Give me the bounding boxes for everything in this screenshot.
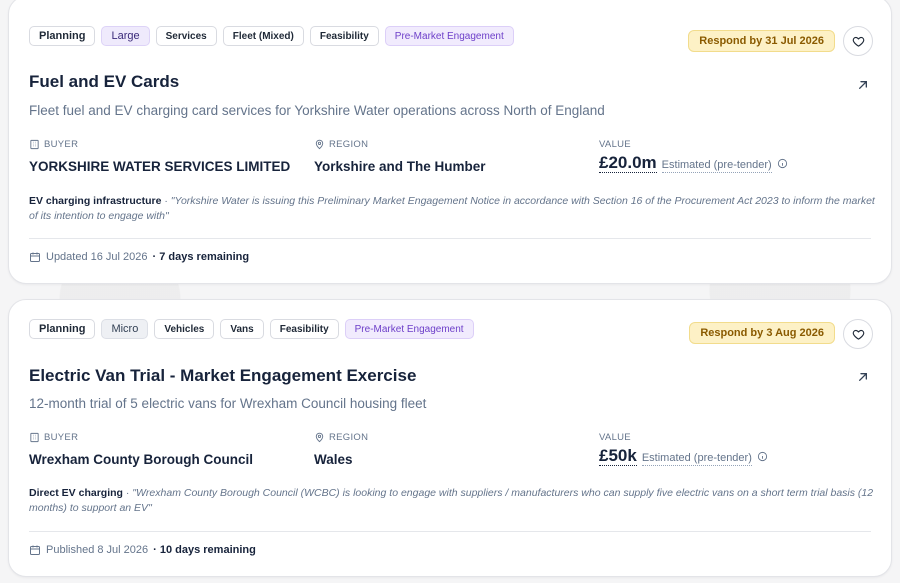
card-footer: Published 8 Jul 2026 · 10 days remaining [29, 544, 256, 556]
cpv-separator: · [125, 487, 130, 499]
map-pin-icon [315, 432, 324, 442]
type-tag: Services [155, 26, 217, 46]
value-amount[interactable]: £20.0m [599, 154, 657, 173]
calendar-icon [30, 545, 40, 555]
value-section: VALUE £20.0m Estimated (pre-tender) [599, 138, 788, 173]
buyer-label: BUYER [44, 431, 79, 443]
stage-tag: Feasibility [269, 319, 339, 339]
type-tag: Vehicles [154, 319, 215, 339]
value-amount[interactable]: £50k [599, 447, 637, 466]
cpv-snippet: EV charging infrastructure · "Yorkshire … [29, 194, 879, 224]
buyer-section: BUYER YORKSHIRE WATER SERVICES LIMITED [29, 138, 291, 175]
opportunity-title[interactable]: Fuel and EV Cards [29, 72, 179, 92]
category-tag: Vans [220, 319, 264, 339]
opportunity-card[interactable]: Planning Micro Vehicles Vans Feasibility… [8, 299, 892, 577]
favourite-button[interactable] [843, 26, 873, 56]
deadline-badge: Respond by 31 Jul 2026 [688, 30, 835, 52]
heart-icon [852, 36, 864, 47]
region-name: Yorkshire and The Humber [314, 159, 486, 174]
info-icon[interactable] [777, 158, 788, 169]
stage-tag: Feasibility [309, 26, 379, 46]
size-tag: Micro [101, 319, 149, 339]
value-label: VALUE [599, 138, 631, 150]
value-note[interactable]: Estimated (pre-tender) [661, 159, 772, 173]
opportunity-description: 12-month trial of 5 electric vans for Wr… [29, 396, 427, 411]
opportunity-list: Planning Large Services Fleet (Mixed) Fe… [0, 0, 900, 583]
value-section: VALUE £50k Estimated (pre-tender) [599, 431, 768, 466]
cpv-category: EV charging infrastructure [29, 195, 162, 207]
calendar-icon [30, 252, 40, 262]
arrow-up-right-icon[interactable] [855, 369, 871, 385]
region-section: REGION Wales [314, 431, 369, 468]
favourite-button[interactable] [843, 319, 873, 349]
tag-row: Planning Micro Vehicles Vans Feasibility… [29, 319, 474, 339]
days-remaining: · 10 days remaining [153, 544, 256, 556]
status-tag: Planning [29, 319, 96, 339]
cpv-category: Direct EV charging [29, 487, 123, 499]
opportunity-card[interactable]: Planning Large Services Fleet (Mixed) Fe… [8, 0, 892, 284]
buyer-section: BUYER Wrexham County Borough Council [29, 431, 254, 468]
notice-type-tag: Pre-Market Engagement [384, 26, 514, 46]
heart-icon [852, 329, 864, 340]
buyer-name: Wrexham County Borough Council [29, 452, 254, 467]
notice-type-tag: Pre-Market Engagement [344, 319, 474, 339]
arrow-up-right-icon[interactable] [855, 77, 871, 93]
published-date: Published 8 Jul 2026 [46, 544, 149, 556]
deadline-badge: Respond by 3 Aug 2026 [689, 322, 835, 344]
updated-date: Updated 16 Jul 2026 [46, 251, 148, 263]
region-name: Wales [314, 452, 353, 467]
value-note[interactable]: Estimated (pre-tender) [641, 452, 752, 466]
map-pin-icon [315, 139, 324, 149]
tag-row: Planning Large Services Fleet (Mixed) Fe… [29, 26, 514, 46]
cpv-snippet: Direct EV charging · "Wrexham County Bor… [29, 486, 879, 516]
divider [29, 238, 871, 239]
region-label: REGION [329, 431, 369, 443]
region-label: REGION [329, 138, 369, 150]
size-tag: Large [101, 26, 150, 46]
card-footer: Updated 16 Jul 2026 · 7 days remaining [29, 251, 249, 263]
cpv-separator: · [164, 195, 168, 207]
buyer-label: BUYER [44, 138, 79, 150]
building-icon [30, 139, 39, 149]
info-icon[interactable] [757, 451, 768, 462]
opportunity-description: Fleet fuel and EV charging card services… [29, 103, 605, 118]
status-tag: Planning [29, 26, 96, 46]
region-section: REGION Yorkshire and The Humber [314, 138, 486, 175]
divider [29, 531, 871, 532]
opportunity-title[interactable]: Electric Van Trial - Market Engagement E… [29, 366, 416, 386]
building-icon [30, 432, 39, 442]
buyer-name: YORKSHIRE WATER SERVICES LIMITED [29, 159, 291, 174]
category-tag: Fleet (Mixed) [222, 26, 304, 46]
value-label: VALUE [599, 431, 631, 443]
days-remaining: · 7 days remaining [152, 251, 250, 263]
notice-excerpt: "Wrexham County Borough Council (WCBC) i… [29, 487, 874, 514]
